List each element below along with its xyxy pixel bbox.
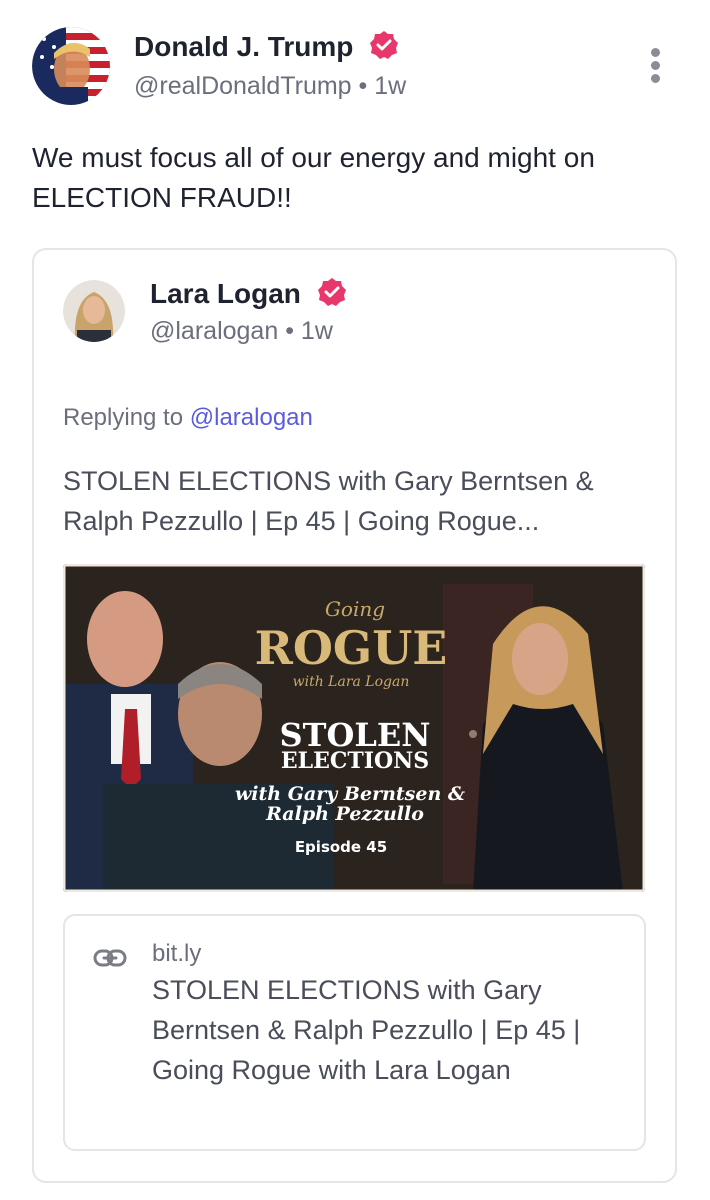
show-title-small: Going [325,597,385,621]
headline-line-2: ELECTIONS [281,748,429,774]
replying-to: Replying to @laralogan [63,404,313,432]
author-meta: @realDonaldTrump • 1w [134,72,406,101]
quote-author-name[interactable]: Lara Logan [150,277,347,314]
link-icon [92,946,128,970]
author-name[interactable]: Donald J. Trump [134,30,399,67]
show-title: ROGUE [255,621,448,675]
guests-line-1: with Gary Berntsen & [235,783,465,805]
link-title[interactable]: STOLEN ELECTIONS with Gary Berntsen & Ra… [152,970,622,1090]
guests-line-2: Ralph Pezzullo [265,803,424,825]
show-subtitle: with Lara Logan [293,674,410,690]
quote-author-name-text[interactable]: Lara Logan [150,278,301,309]
meta-separator: • [285,317,294,345]
quote-text: STOLEN ELECTIONS with Gary Berntsen & Ra… [63,466,594,536]
link-domain[interactable]: bit.ly [152,940,201,968]
post-text: We must focus all of our energy and migh… [32,142,595,213]
quote-age[interactable]: 1w [301,317,333,345]
quote-author-handle[interactable]: @laralogan [150,317,278,345]
replying-prefix: Replying to [63,404,184,431]
author-name-text[interactable]: Donald J. Trump [134,31,353,62]
author-handle[interactable]: @realDonaldTrump [134,72,352,100]
quote-author-avatar[interactable] [63,280,125,342]
replying-to-link[interactable]: @laralogan [190,404,313,431]
post-age[interactable]: 1w [374,72,406,100]
more-options-icon[interactable] [645,48,665,88]
quote-author-meta: @laralogan • 1w [150,317,333,346]
verified-badge-icon [369,30,399,67]
author-avatar[interactable] [32,27,110,105]
episode-label: Episode 45 [295,838,387,856]
verified-badge-icon [317,277,347,314]
video-thumbnail[interactable]: Going ROGUE with Lara Logan STOLEN ELECT… [63,564,645,892]
meta-separator: • [358,72,368,100]
